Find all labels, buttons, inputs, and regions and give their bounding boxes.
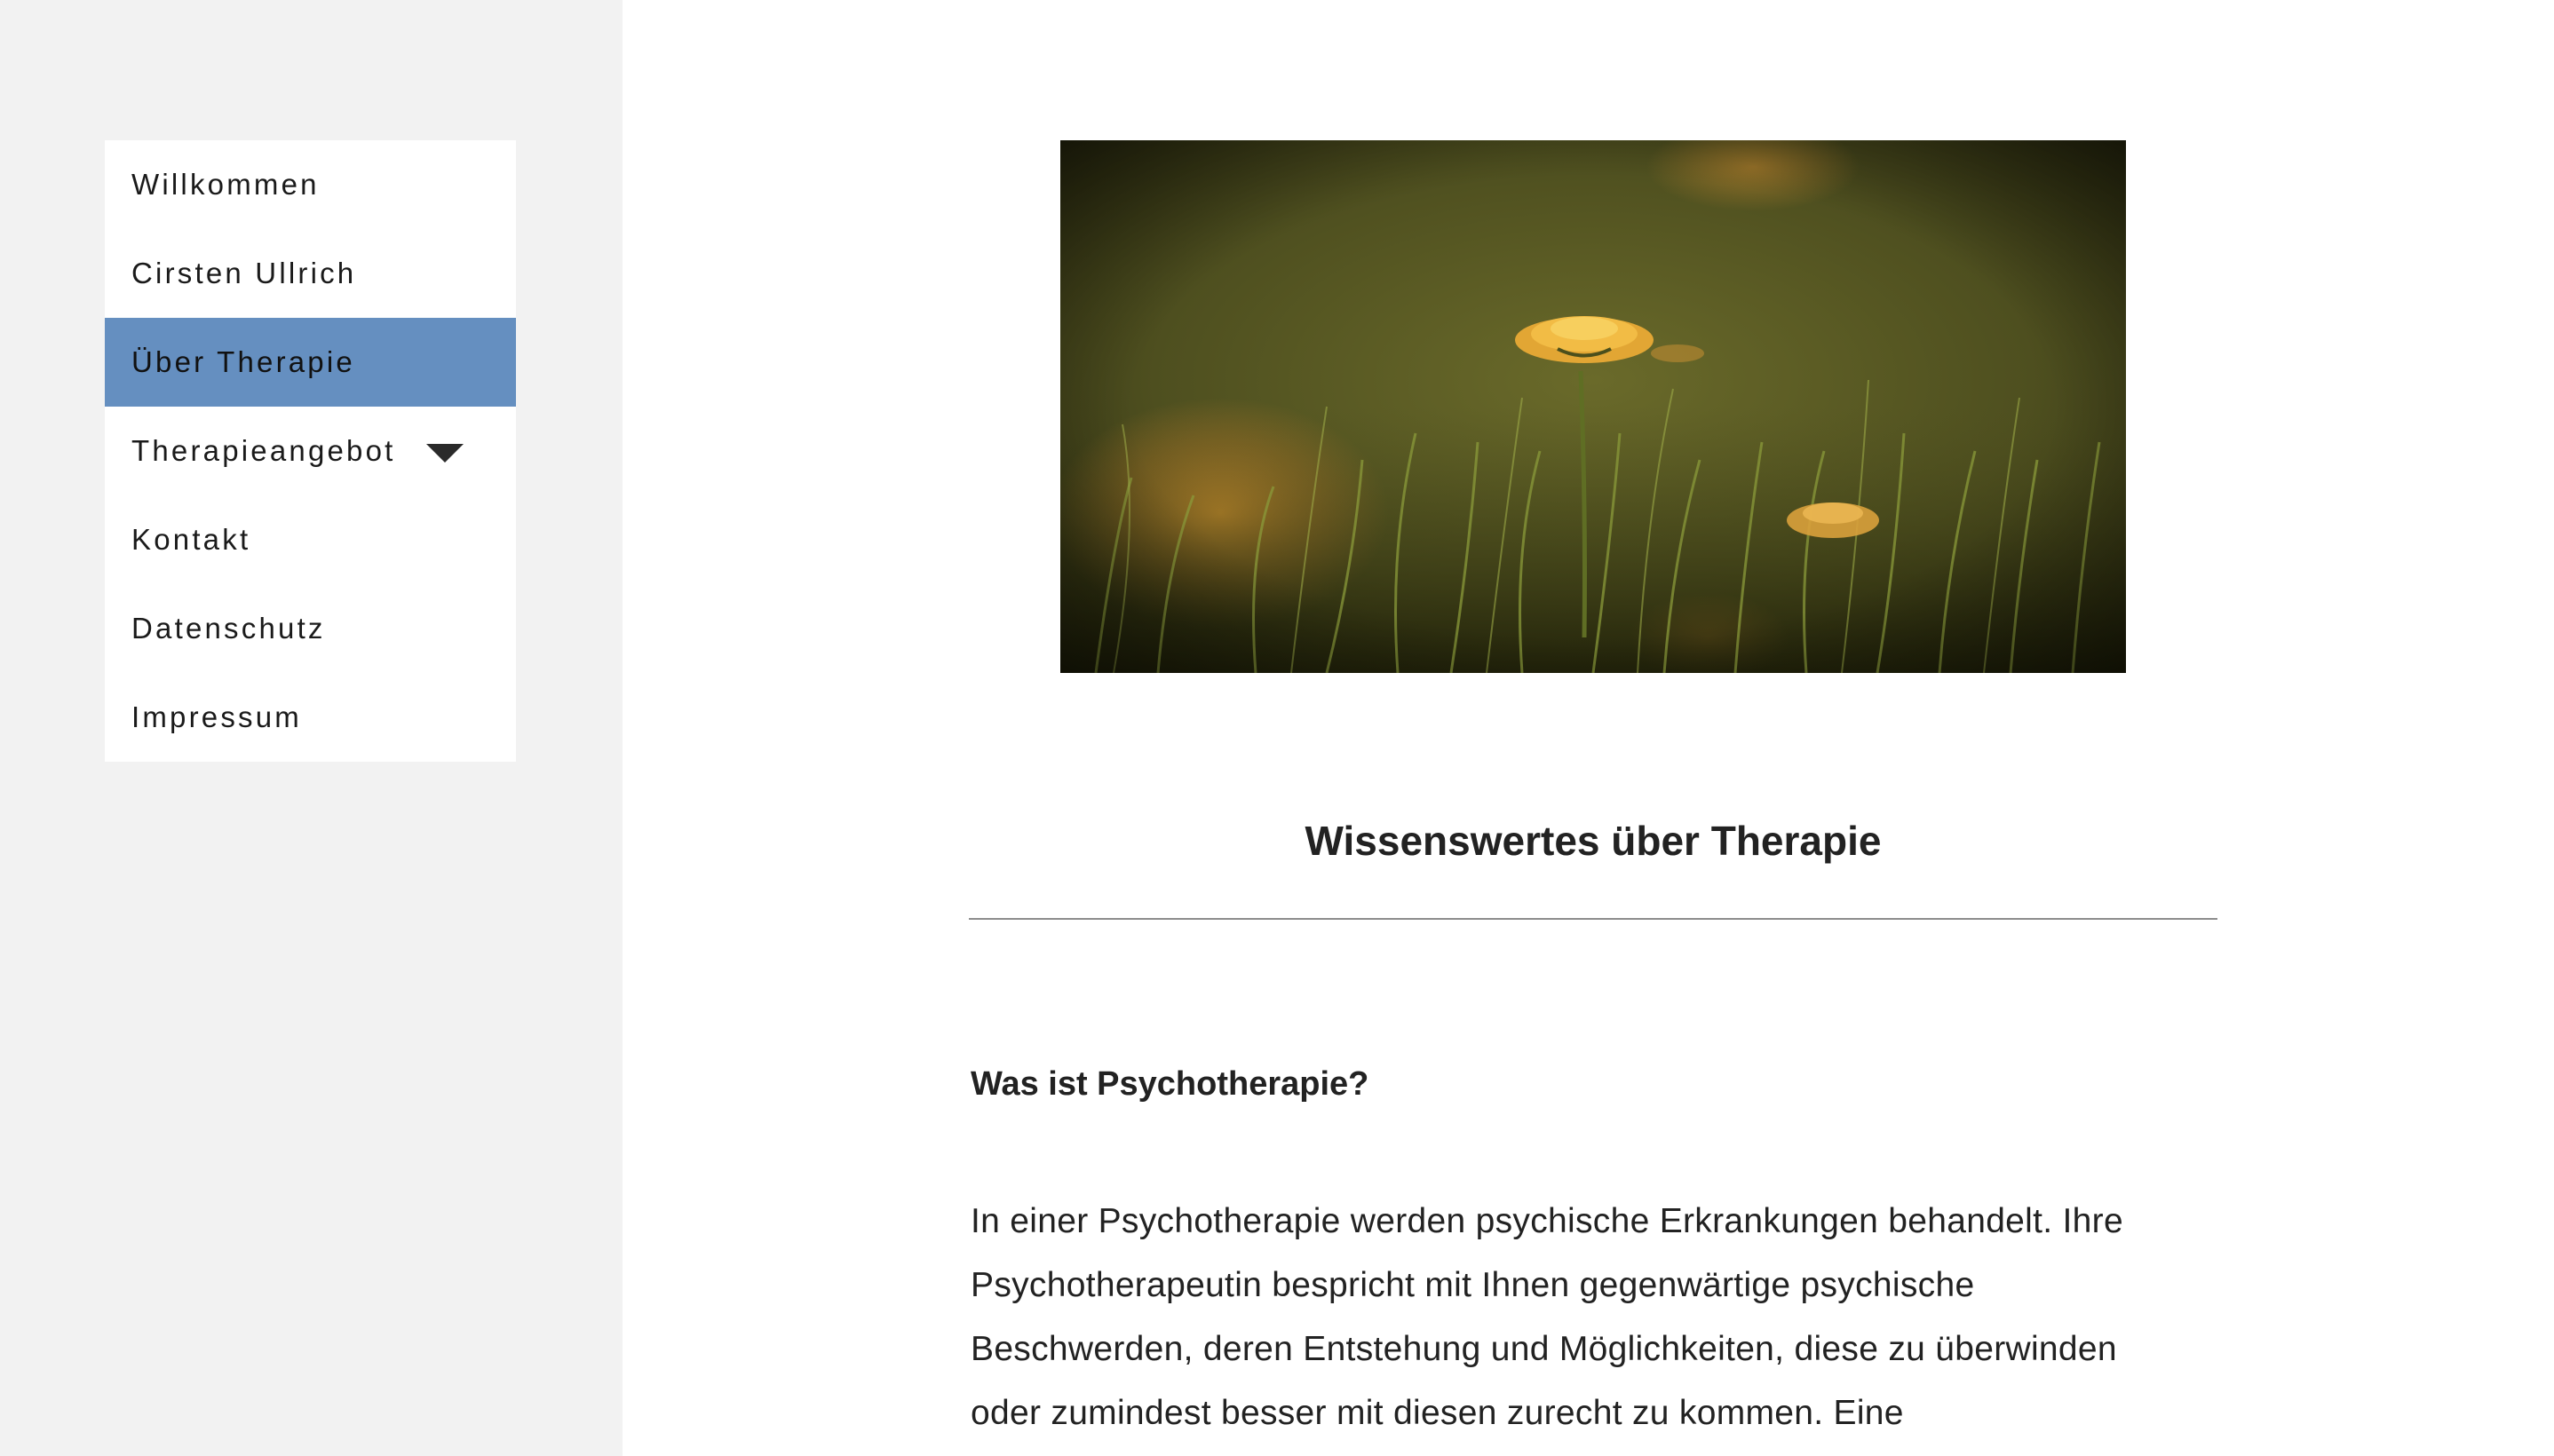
nav-item-kontakt[interactable]: Kontakt: [105, 495, 516, 584]
paragraph-line: In einer Psychotherapie werden psychisch…: [971, 1202, 2123, 1240]
divider: [969, 918, 2217, 920]
body-paragraph: In einer Psychotherapie werden psychisch…: [971, 1190, 2232, 1445]
page-heading: Wissenswertes über Therapie: [1305, 818, 1882, 864]
nav-item-ueber-therapie[interactable]: Über Therapie: [105, 318, 516, 407]
hero-image: [1060, 140, 2126, 673]
nav-item-label: Willkommen: [131, 168, 320, 201]
nav-item-label: Therapieangebot: [131, 434, 396, 467]
paragraph-line: oder zumindest besser mit diesen zurecht…: [971, 1394, 1904, 1432]
paragraph-line: Psychotherapeutin bespricht mit Ihnen ge…: [971, 1266, 1975, 1304]
sidebar: Willkommen Cirsten Ullrich Über Therapie…: [0, 0, 623, 1456]
nav-item-willkommen[interactable]: Willkommen: [105, 140, 516, 229]
main-navigation: Willkommen Cirsten Ullrich Über Therapie…: [105, 140, 516, 762]
paragraph-line: Beschwerden, deren Entstehung und Möglic…: [971, 1330, 2117, 1368]
nav-item-cirsten-ullrich[interactable]: Cirsten Ullrich: [105, 229, 516, 318]
nav-item-label: Kontakt: [131, 523, 251, 556]
section-question: Was ist Psychotherapie?: [971, 1065, 1369, 1103]
nav-item-therapieangebot[interactable]: Therapieangebot: [105, 407, 516, 495]
nav-item-label: Cirsten Ullrich: [131, 257, 357, 289]
nav-item-impressum[interactable]: Impressum: [105, 673, 516, 762]
main-content: Wissenswertes über Therapie Was ist Psyc…: [623, 0, 2554, 1456]
nav-item-label: Über Therapie: [131, 345, 355, 378]
nav-item-label: Datenschutz: [131, 612, 326, 645]
nav-item-datenschutz[interactable]: Datenschutz: [105, 584, 516, 673]
nav-item-label: Impressum: [131, 700, 302, 733]
caret-down-icon[interactable]: [426, 444, 464, 463]
dandelion-photo: [1060, 140, 2126, 673]
page: Willkommen Cirsten Ullrich Über Therapie…: [0, 0, 2554, 1456]
